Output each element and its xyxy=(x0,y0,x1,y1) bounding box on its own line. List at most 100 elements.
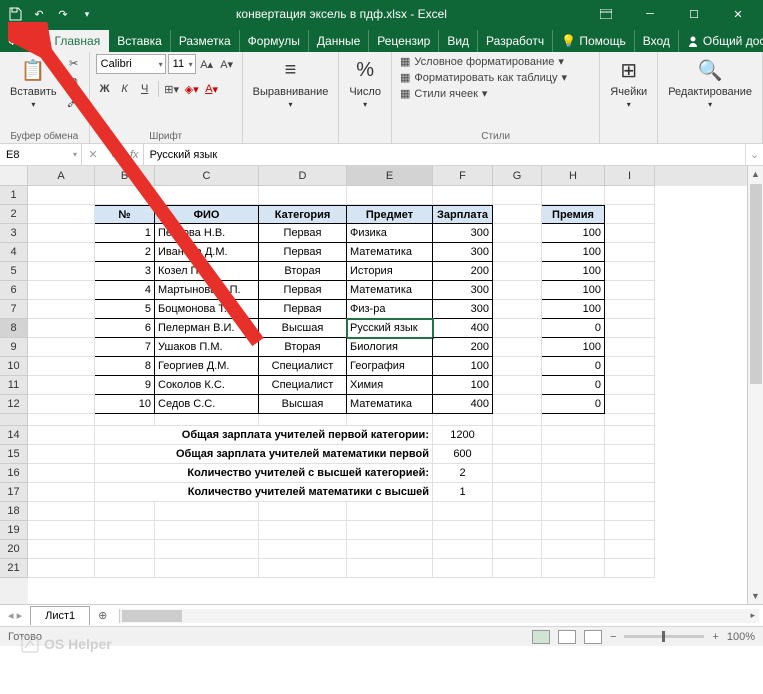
cell[interactable]: 100 xyxy=(433,357,493,376)
cell[interactable] xyxy=(259,186,347,205)
save-icon[interactable] xyxy=(4,3,26,25)
row-header-2[interactable]: 2 xyxy=(0,205,28,224)
hscroll-thumb[interactable] xyxy=(122,610,182,622)
cell[interactable] xyxy=(347,414,433,426)
cell[interactable] xyxy=(28,186,95,205)
format-painter-icon[interactable]: 🖌 xyxy=(65,92,83,110)
cell[interactable] xyxy=(542,426,605,445)
cell[interactable] xyxy=(493,319,542,338)
cell[interactable] xyxy=(605,426,655,445)
cell[interactable] xyxy=(493,521,542,540)
cell[interactable]: 200 xyxy=(433,262,493,281)
row-header-15[interactable]: 15 xyxy=(0,445,28,464)
maximize-icon[interactable]: ☐ xyxy=(673,3,715,25)
italic-button[interactable]: К xyxy=(116,80,134,98)
expand-formula-icon[interactable]: ⌄ xyxy=(745,144,763,165)
row-header-4[interactable]: 4 xyxy=(0,243,28,262)
scroll-track[interactable] xyxy=(748,182,763,588)
row-header-3[interactable]: 3 xyxy=(0,224,28,243)
cell[interactable] xyxy=(28,338,95,357)
summary-value[interactable]: 600 xyxy=(433,445,493,464)
cell[interactable]: Первая xyxy=(259,224,347,243)
vertical-scrollbar[interactable]: ▲ ▼ xyxy=(747,166,763,604)
cell[interactable] xyxy=(433,559,493,578)
cell[interactable] xyxy=(493,376,542,395)
bold-button[interactable]: Ж xyxy=(96,80,114,98)
cut-icon[interactable]: ✂ xyxy=(65,54,83,72)
summary-value[interactable]: 2 xyxy=(433,464,493,483)
tab-home[interactable]: Главная xyxy=(47,30,110,52)
col-header-C[interactable]: C xyxy=(155,166,259,186)
cell[interactable]: Категория xyxy=(259,205,347,224)
cell[interactable]: 100 xyxy=(542,338,605,357)
cell[interactable] xyxy=(259,521,347,540)
cell[interactable] xyxy=(155,540,259,559)
cell[interactable] xyxy=(28,281,95,300)
cell[interactable] xyxy=(605,445,655,464)
accept-formula-icon[interactable]: ✓ xyxy=(104,148,126,161)
cell-styles-button[interactable]: ▦Стили ячеек ▾ xyxy=(398,86,569,101)
cell[interactable] xyxy=(433,414,493,426)
cell[interactable] xyxy=(493,414,542,426)
cell[interactable] xyxy=(605,414,655,426)
ribbon-toggle-icon[interactable] xyxy=(585,3,627,25)
cell-subject[interactable]: Математика xyxy=(347,281,433,300)
close-icon[interactable]: ✕ xyxy=(717,3,759,25)
cell[interactable] xyxy=(259,540,347,559)
cell[interactable] xyxy=(605,281,655,300)
cell[interactable] xyxy=(493,262,542,281)
cell[interactable]: Вторая xyxy=(259,262,347,281)
cell[interactable] xyxy=(155,521,259,540)
cell[interactable] xyxy=(493,502,542,521)
cell[interactable] xyxy=(95,502,155,521)
number-button[interactable]: %Число▾ xyxy=(345,54,385,111)
cell[interactable] xyxy=(433,521,493,540)
cell[interactable]: 2 xyxy=(95,243,155,262)
col-header-D[interactable]: D xyxy=(259,166,347,186)
cell[interactable] xyxy=(155,414,259,426)
cancel-formula-icon[interactable]: ✕ xyxy=(82,148,104,161)
cell[interactable] xyxy=(605,357,655,376)
fill-color-icon[interactable]: ◈▾ xyxy=(183,80,201,98)
grow-font-icon[interactable]: A▴ xyxy=(198,55,216,73)
copy-icon[interactable]: ⧉ xyxy=(65,73,83,91)
cell[interactable]: Предмет xyxy=(347,205,433,224)
tab-help[interactable]: 💡 Помощь xyxy=(553,30,635,52)
cell[interactable] xyxy=(542,414,605,426)
col-header-H[interactable]: H xyxy=(542,166,605,186)
cell[interactable] xyxy=(605,540,655,559)
cell[interactable] xyxy=(605,243,655,262)
scroll-thumb[interactable] xyxy=(750,184,762,384)
cell[interactable]: Специалист xyxy=(259,376,347,395)
cell[interactable]: Первая xyxy=(259,243,347,262)
cell[interactable] xyxy=(259,414,347,426)
col-header-F[interactable]: F xyxy=(433,166,493,186)
cell[interactable] xyxy=(347,540,433,559)
select-all-corner[interactable] xyxy=(0,166,28,186)
cell[interactable]: Первая xyxy=(259,281,347,300)
cell[interactable] xyxy=(28,540,95,559)
cell[interactable]: 5 xyxy=(95,300,155,319)
cell[interactable] xyxy=(542,445,605,464)
cell[interactable] xyxy=(28,319,95,338)
cell[interactable]: Иванова Д.М. xyxy=(155,243,259,262)
cell[interactable] xyxy=(605,186,655,205)
zoom-level[interactable]: 100% xyxy=(727,631,755,643)
cell[interactable] xyxy=(542,559,605,578)
cell[interactable] xyxy=(493,300,542,319)
cell[interactable]: 0 xyxy=(542,319,605,338)
col-header-B[interactable]: B xyxy=(95,166,155,186)
tab-share[interactable]: Общий доступ xyxy=(679,30,763,52)
cell-subject[interactable]: История xyxy=(347,262,433,281)
cell[interactable]: Высшая xyxy=(259,395,347,414)
borders-icon[interactable]: ⊞▾ xyxy=(163,80,181,98)
cell[interactable]: 300 xyxy=(433,224,493,243)
font-color-icon[interactable]: A▾ xyxy=(203,80,221,98)
cell[interactable]: Петрова Н.В. xyxy=(155,224,259,243)
cell[interactable] xyxy=(28,205,95,224)
cell[interactable] xyxy=(28,262,95,281)
cell[interactable] xyxy=(605,262,655,281)
cell[interactable] xyxy=(28,559,95,578)
row-header-20[interactable]: 20 xyxy=(0,540,28,559)
row-header-10[interactable]: 10 xyxy=(0,357,28,376)
